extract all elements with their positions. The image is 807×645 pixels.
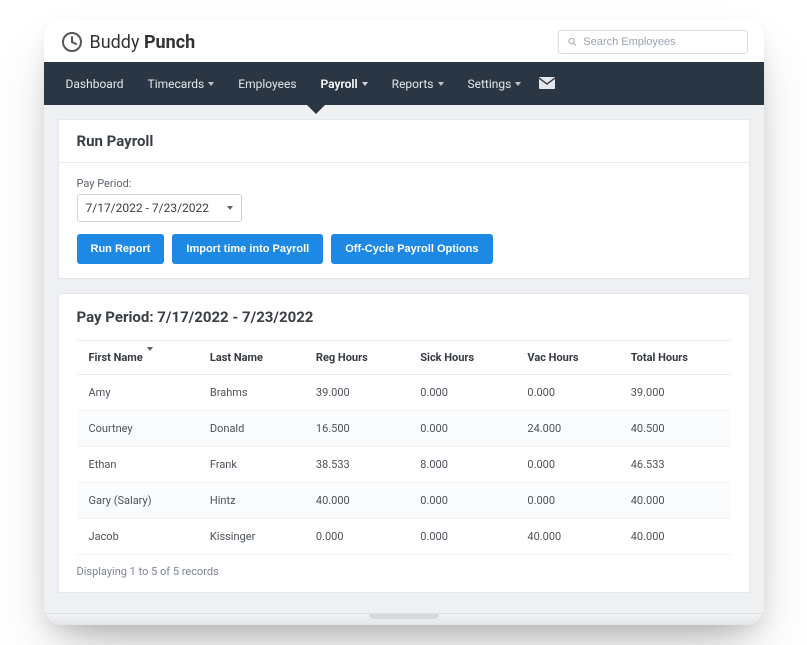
cell-total: 46.533 xyxy=(619,447,731,483)
nav-reports[interactable]: Reports xyxy=(380,65,456,103)
cell-reg: 0.000 xyxy=(304,519,408,555)
table-row[interactable]: CourtneyDonald16.5000.00024.00040.500 xyxy=(77,411,731,447)
cell-reg: 40.000 xyxy=(304,483,408,519)
cell-vac: 0.000 xyxy=(515,375,618,411)
cell-sick: 0.000 xyxy=(408,411,515,447)
search-icon xyxy=(567,36,578,48)
cell-first: Ethan xyxy=(77,447,198,483)
pay-period-select[interactable]: 7/17/2022 - 7/23/2022 xyxy=(77,194,242,222)
chevron-down-icon xyxy=(362,82,368,86)
device-notch xyxy=(369,614,439,619)
col-total-hours[interactable]: Total Hours xyxy=(619,341,731,375)
table-row[interactable]: AmyBrahms39.0000.0000.00039.000 xyxy=(77,375,731,411)
cell-sick: 0.000 xyxy=(408,519,515,555)
header: Buddy Punch xyxy=(44,20,764,62)
app-window: Buddy Punch Dashboard Timecards Employee… xyxy=(44,20,764,625)
cell-sick: 0.000 xyxy=(408,375,515,411)
import-time-button[interactable]: Import time into Payroll xyxy=(172,234,323,264)
table-row[interactable]: JacobKissinger0.0000.00040.00040.000 xyxy=(77,519,731,555)
search-input-wrap[interactable] xyxy=(558,30,748,54)
col-first-name[interactable]: First Name xyxy=(77,341,198,375)
cell-vac: 0.000 xyxy=(515,447,618,483)
cell-sick: 8.000 xyxy=(408,447,515,483)
cell-first: Amy xyxy=(77,375,198,411)
clock-icon xyxy=(60,30,84,54)
content: Run Payroll Pay Period: 7/17/2022 - 7/23… xyxy=(44,105,764,613)
chevron-down-icon xyxy=(438,82,444,86)
cell-reg: 16.500 xyxy=(304,411,408,447)
run-report-button[interactable]: Run Report xyxy=(77,234,165,264)
chevron-down-icon xyxy=(208,82,214,86)
device-base xyxy=(44,613,764,625)
col-vac-hours[interactable]: Vac Hours xyxy=(515,341,618,375)
col-reg-hours[interactable]: Reg Hours xyxy=(304,341,408,375)
brand-logo: Buddy Punch xyxy=(60,30,196,54)
nav-timecards[interactable]: Timecards xyxy=(136,65,227,103)
cell-last: Frank xyxy=(198,447,304,483)
cell-first: Courtney xyxy=(77,411,198,447)
table-row[interactable]: EthanFrank38.5338.0000.00046.533 xyxy=(77,447,731,483)
chevron-down-icon xyxy=(147,347,153,364)
cell-reg: 38.533 xyxy=(304,447,408,483)
pay-period-value: 7/17/2022 - 7/23/2022 xyxy=(86,201,210,215)
brand-name: Buddy Punch xyxy=(90,32,196,53)
mail-icon[interactable] xyxy=(533,62,561,105)
cell-last: Brahms xyxy=(198,375,304,411)
cell-last: Hintz xyxy=(198,483,304,519)
nav-dashboard[interactable]: Dashboard xyxy=(54,65,136,103)
run-payroll-card: Run Payroll Pay Period: 7/17/2022 - 7/23… xyxy=(58,119,750,279)
col-sick-hours[interactable]: Sick Hours xyxy=(408,341,515,375)
pay-period-label: Pay Period: xyxy=(77,177,731,190)
cell-total: 39.000 xyxy=(619,375,731,411)
nav-payroll[interactable]: Payroll xyxy=(309,65,380,103)
active-nav-indicator xyxy=(307,105,325,114)
table-footer: Displaying 1 to 5 of 5 records xyxy=(77,565,731,578)
results-title: Pay Period: 7/17/2022 - 7/23/2022 xyxy=(77,308,731,326)
search-input[interactable] xyxy=(583,36,738,48)
chevron-down-icon xyxy=(515,82,521,86)
chevron-down-icon xyxy=(227,206,233,210)
main-nav: Dashboard Timecards Employees Payroll Re… xyxy=(44,62,764,105)
cell-first: Jacob xyxy=(77,519,198,555)
cell-vac: 0.000 xyxy=(515,483,618,519)
cell-reg: 39.000 xyxy=(304,375,408,411)
table-row[interactable]: Gary (Salary)Hintz40.0000.0000.00040.000 xyxy=(77,483,731,519)
payroll-table: First Name Last Name Reg Hours Sick Hour… xyxy=(77,340,731,555)
cell-total: 40.500 xyxy=(619,411,731,447)
cell-sick: 0.000 xyxy=(408,483,515,519)
nav-settings[interactable]: Settings xyxy=(456,65,534,103)
cell-vac: 40.000 xyxy=(515,519,618,555)
cell-total: 40.000 xyxy=(619,519,731,555)
cell-last: Donald xyxy=(198,411,304,447)
cell-total: 40.000 xyxy=(619,483,731,519)
cell-last: Kissinger xyxy=(198,519,304,555)
off-cycle-button[interactable]: Off-Cycle Payroll Options xyxy=(331,234,492,264)
cell-vac: 24.000 xyxy=(515,411,618,447)
results-card: Pay Period: 7/17/2022 - 7/23/2022 First … xyxy=(58,293,750,593)
cell-first: Gary (Salary) xyxy=(77,483,198,519)
nav-employees[interactable]: Employees xyxy=(226,65,308,103)
run-payroll-title: Run Payroll xyxy=(59,120,749,163)
col-last-name[interactable]: Last Name xyxy=(198,341,304,375)
